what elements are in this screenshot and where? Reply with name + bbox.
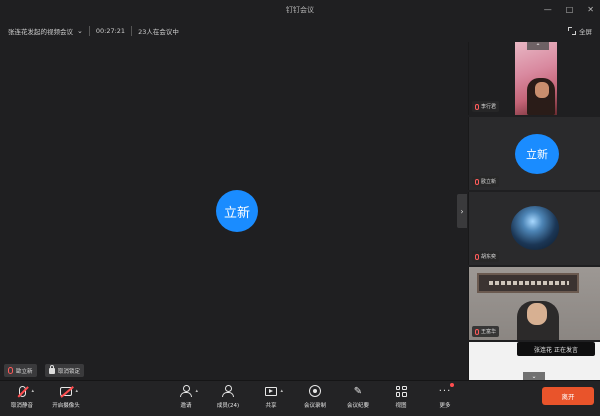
main-speaker-name-chip: 歐立新 (4, 364, 37, 377)
fullscreen-label: 全屏 (579, 28, 592, 36)
main-speaker-name: 歐立新 (16, 368, 33, 375)
participant-name-chip: 王富华 (472, 326, 500, 337)
unpin-label: 取消锁定 (58, 368, 81, 375)
mic-muted-icon (8, 367, 13, 374)
participant-name: 王富华 (481, 329, 497, 335)
meeting-info-bar: 张连花发起的视频会议 ⌄ 00:27:21 23人在会议中 (0, 20, 600, 42)
chevron-up-icon: ⌃ (535, 42, 541, 50)
window-title: 钉钉会议 (286, 6, 314, 14)
caret-up-icon[interactable]: ▴ (31, 388, 34, 394)
participant-avatar-image (511, 206, 559, 250)
members-button[interactable]: 成员(24) (208, 384, 248, 409)
minutes-label: 会议纪要 (346, 403, 369, 409)
participant-name: 歐立新 (481, 179, 497, 185)
participant-face (535, 82, 549, 98)
share-button[interactable]: ▴ 共享 (251, 384, 291, 409)
scroll-down-button[interactable]: ⌄ (523, 372, 545, 380)
unmute-button[interactable]: ▴ 取消静音 (2, 384, 42, 409)
minutes-button[interactable]: ✎ 会议纪要 (338, 384, 378, 410)
meeting-subject-dropdown[interactable]: 张连花发起的视频会议 ⌄ (8, 26, 83, 36)
pen-icon: ✎ (353, 385, 363, 397)
screen-share-icon (265, 386, 277, 396)
meeting-subject: 张连花发起的视频会议 (8, 28, 73, 36)
close-button[interactable]: ✕ (587, 3, 594, 17)
meeting-toolbar: ▴ 取消静音 ▴ 开启摄像头 ▴ 邀请 成员(24) ▴ 共享 会议录制 ✎ 会… (0, 380, 600, 416)
camera-label: 开启摄像头 (52, 403, 80, 409)
meeting-duration: 00:27:21 (95, 27, 126, 35)
title-bar: 钉钉会议 — □ ✕ (0, 0, 600, 20)
unpin-button[interactable]: 取消锁定 (45, 364, 85, 377)
fullscreen-button[interactable]: 全屏 (568, 26, 592, 36)
more-button[interactable]: ··· 更多 (425, 383, 465, 409)
record-label: 会议录制 (303, 403, 326, 409)
caret-up-icon[interactable]: ▴ (75, 388, 78, 394)
mic-muted-icon (475, 178, 479, 185)
participant-face (527, 303, 547, 325)
more-label: 更多 (439, 403, 451, 409)
mic-muted-icon (475, 253, 479, 260)
add-person-icon (180, 385, 192, 397)
camera-off-icon (60, 386, 72, 396)
invite-label: 邀请 (180, 403, 192, 409)
camera-button[interactable]: ▴ 开启摄像头 (46, 384, 86, 409)
participant-avatar: 立新 (515, 134, 559, 174)
minimize-button[interactable]: — (544, 3, 552, 17)
invite-button[interactable]: ▴ 邀请 (166, 384, 206, 409)
maximize-button[interactable]: □ (566, 3, 574, 17)
notification-dot (450, 383, 454, 387)
record-button[interactable]: 会议录制 (295, 384, 335, 409)
participant-name-chip: 李行君 (472, 101, 500, 112)
divider (88, 26, 90, 36)
speaking-indicator: 张连花 正在发言 (517, 342, 595, 356)
participant-name: 胡东奕 (481, 254, 497, 260)
divider (131, 26, 133, 36)
chevron-down-icon: ⌄ (77, 27, 83, 35)
main-speaker-avatar: 立新 (216, 190, 258, 232)
chevron-down-icon: ⌄ (531, 372, 537, 380)
participant-tile[interactable]: ⌃ 李行君 (468, 42, 600, 115)
members-label: 成员(24) (216, 403, 240, 409)
grid-view-icon (395, 385, 407, 397)
participant-name-chip: 胡东奕 (472, 251, 500, 262)
participant-tile[interactable]: 立新 歐立新 (468, 117, 600, 190)
unmute-label: 取消静音 (10, 403, 33, 409)
record-icon (309, 385, 321, 397)
participant-name: 李行君 (481, 104, 497, 110)
view-label: 视图 (395, 403, 407, 409)
participant-name-chip: 歐立新 (472, 176, 500, 187)
view-button[interactable]: 视图 (381, 384, 421, 409)
participant-tile[interactable]: 王富华 (468, 267, 600, 340)
participant-background-board (477, 273, 579, 293)
main-video-stage[interactable]: 立新 › 歐立新 取消锁定 (0, 42, 468, 380)
participant-rail: ⌃ 李行君 立新 歐立新 胡东奕 王富华 ⌄ (468, 42, 600, 380)
collapse-rail-button[interactable]: › (457, 194, 467, 228)
more-icon: ··· (438, 385, 452, 397)
window-controls: — □ ✕ (544, 3, 594, 17)
mic-muted-icon (475, 328, 479, 335)
chevron-right-icon: › (460, 206, 464, 216)
leave-button[interactable]: 离开 (542, 387, 594, 405)
members-icon (222, 385, 234, 397)
participants-status[interactable]: 23人在会议中 (138, 26, 179, 36)
caret-up-icon[interactable]: ▴ (195, 388, 198, 394)
participant-tile[interactable]: 胡东奕 (468, 192, 600, 265)
mic-muted-icon (475, 103, 479, 110)
fullscreen-icon (568, 27, 576, 35)
mic-off-icon (18, 385, 26, 397)
share-label: 共享 (265, 403, 277, 409)
lock-icon (49, 364, 55, 374)
scroll-up-button[interactable]: ⌃ (527, 42, 549, 50)
caret-up-icon[interactable]: ▴ (280, 388, 283, 394)
meeting-window: 钉钉会议 — □ ✕ 张连花发起的视频会议 ⌄ 00:27:21 23人在会议中… (0, 0, 600, 416)
